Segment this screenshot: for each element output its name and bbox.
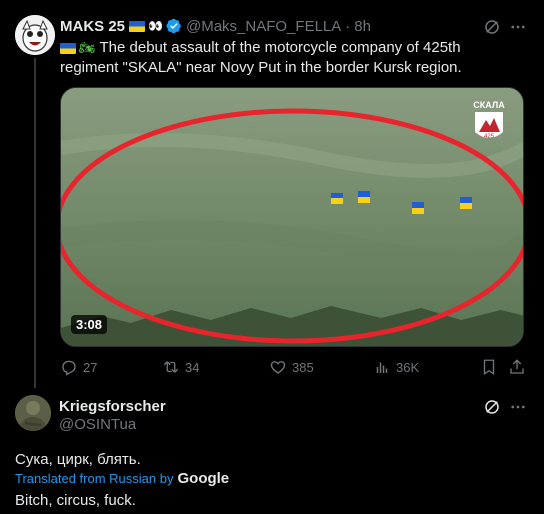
ukraine-flag-icon bbox=[60, 42, 76, 54]
repost-icon bbox=[163, 361, 179, 373]
translated-text: Bitch, circus, fuck. bbox=[15, 492, 136, 509]
translator-name: Google bbox=[177, 470, 230, 487]
repost-count: 34 bbox=[185, 359, 200, 375]
video-player[interactable]: СКАЛА 425 3:08 bbox=[60, 87, 524, 347]
like-count: 385 bbox=[292, 359, 314, 375]
author-avatar[interactable] bbox=[15, 15, 55, 55]
translated-label: Translated from Russian by bbox=[15, 471, 174, 486]
views-count: 36K bbox=[396, 359, 420, 375]
views-button[interactable]: 36K bbox=[373, 358, 419, 376]
logo-text: СКАЛА bbox=[473, 100, 505, 110]
author-handle[interactable]: @Maks_NAFO_FELLA bbox=[186, 18, 341, 35]
reply-text: Сука, цирк, блять. bbox=[15, 451, 141, 468]
reply-avatar-image bbox=[15, 395, 51, 431]
video-frame bbox=[61, 88, 523, 346]
more-icon[interactable] bbox=[509, 18, 527, 36]
verified-badge-icon bbox=[166, 18, 181, 34]
eyes-icon: 👀 bbox=[148, 19, 163, 33]
bookmark-icon[interactable] bbox=[480, 358, 498, 376]
grok-icon[interactable] bbox=[483, 398, 501, 416]
avatar-image bbox=[15, 15, 55, 55]
like-button[interactable]: 385 bbox=[269, 358, 314, 376]
grok-icon[interactable] bbox=[483, 18, 501, 36]
skala-logo: СКАЛА 425 bbox=[469, 98, 509, 146]
separator-dot: · bbox=[345, 17, 351, 35]
logo-sub-text: 425 bbox=[484, 134, 495, 140]
author-name[interactable]: MAKS 25 bbox=[60, 18, 125, 35]
tweet-text: 🏍 The debut assault of the motorcycle com… bbox=[60, 38, 520, 78]
motorcycle-icon: 🏍 bbox=[79, 40, 96, 55]
reply-author-avatar[interactable] bbox=[15, 395, 51, 431]
tweet-header: MAKS 25 👀 @Maks_NAFO_FELLA · 8h bbox=[60, 16, 371, 36]
repost-button[interactable]: 34 bbox=[162, 358, 199, 376]
share-icon[interactable] bbox=[508, 358, 526, 376]
video-duration: 3:08 bbox=[71, 315, 108, 334]
tweet-time[interactable]: 8h bbox=[354, 18, 371, 35]
more-icon[interactable] bbox=[509, 398, 527, 416]
thread-line bbox=[34, 58, 36, 388]
reply-author-handle[interactable]: @OSINTua bbox=[59, 416, 136, 433]
reply-icon bbox=[62, 360, 76, 376]
translation-attribution[interactable]: Translated from Russian by Google bbox=[15, 470, 229, 487]
ukraine-flag-icon bbox=[129, 20, 146, 32]
tweet-body: The debut assault of the motorcycle comp… bbox=[60, 39, 462, 76]
reply-author-name[interactable]: Kriegsforscher bbox=[59, 398, 166, 415]
tweet-actions: 27 34 385 36K bbox=[60, 358, 526, 378]
views-icon bbox=[376, 362, 388, 373]
reply-button[interactable]: 27 bbox=[60, 358, 97, 376]
heart-icon bbox=[270, 361, 286, 374]
reply-count: 27 bbox=[83, 359, 98, 375]
